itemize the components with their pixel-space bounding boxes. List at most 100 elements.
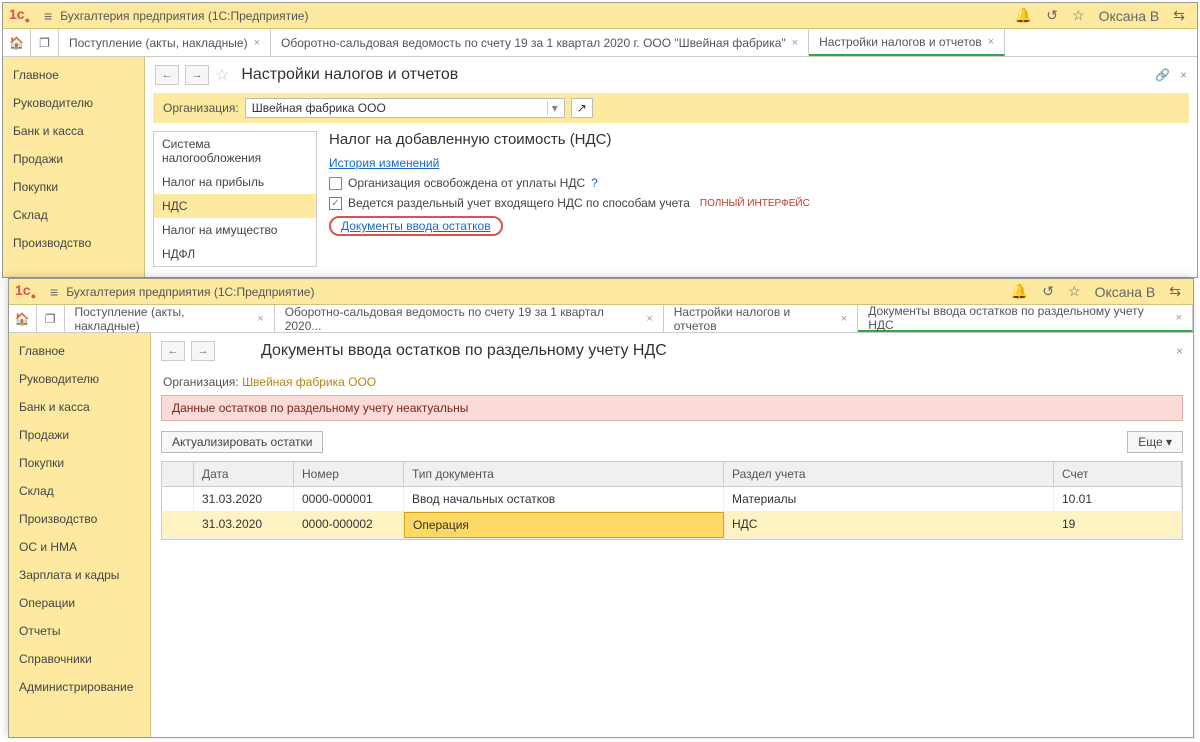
user-name[interactable]: Оксана В <box>1099 8 1160 24</box>
sidebar-item-production[interactable]: Производство <box>3 229 144 257</box>
tab-label: Настройки налогов и отчетов <box>819 35 982 49</box>
titlebar: 1c● ≡ Бухгалтерия предприятия (1С:Предпр… <box>9 279 1193 305</box>
cell-type: Операция <box>404 512 724 538</box>
sidebar-item-admin[interactable]: Администрирование <box>9 673 150 701</box>
sidebar-item-bank[interactable]: Банк и касса <box>3 117 144 145</box>
help-icon[interactable]: ? <box>591 176 598 190</box>
tab-receipts[interactable]: Поступление (акты, накладные) × <box>59 29 271 56</box>
col-section[interactable]: Раздел учета <box>724 462 1054 486</box>
favorite-icon[interactable]: ☆ <box>215 65 229 85</box>
sidebar-item-warehouse[interactable]: Склад <box>9 477 150 505</box>
app-logo: 1c● <box>9 6 30 25</box>
cell-account: 10.01 <box>1054 487 1182 511</box>
back-button[interactable]: ← <box>161 341 185 361</box>
sync-icon[interactable]: ⇆ <box>1173 7 1185 24</box>
tab-vat-balances[interactable]: Документы ввода остатков по раздельному … <box>858 305 1193 332</box>
windows-button[interactable]: ❐ <box>31 29 59 56</box>
back-button[interactable]: ← <box>155 65 179 85</box>
settings-item-tax-system[interactable]: Система налогообложения <box>154 132 316 170</box>
documents-link[interactable]: Документы ввода остатков <box>341 219 491 233</box>
tab-label: Поступление (акты, накладные) <box>69 36 248 50</box>
sidebar-item-payroll[interactable]: Зарплата и кадры <box>9 561 150 589</box>
history-icon[interactable]: ↺ <box>1046 7 1058 24</box>
col-blank[interactable] <box>162 462 194 486</box>
settings-item-property-tax[interactable]: Налог на имущество <box>154 218 316 242</box>
tab-receipts[interactable]: Поступление (акты, накладные)× <box>65 305 275 332</box>
sidebar-item-main[interactable]: Главное <box>9 337 150 365</box>
window-tax-settings: 1c● ≡ Бухгалтерия предприятия (1С:Предпр… <box>2 2 1198 278</box>
sidebar-item-main[interactable]: Главное <box>3 61 144 89</box>
sync-icon[interactable]: ⇆ <box>1169 283 1181 300</box>
close-icon[interactable]: × <box>841 313 847 325</box>
history-link[interactable]: История изменений <box>329 156 439 170</box>
org-selector[interactable]: Швейная фабрика ООО ▾ <box>245 98 565 118</box>
settings-item-profit-tax[interactable]: Налог на прибыль <box>154 170 316 194</box>
col-doctype[interactable]: Тип документа <box>404 462 724 486</box>
home-button[interactable]: 🏠 <box>9 305 37 332</box>
star-icon[interactable]: ☆ <box>1068 283 1081 300</box>
cell-number: 0000-000002 <box>294 512 404 538</box>
home-button[interactable]: 🏠 <box>3 29 31 56</box>
close-page-icon[interactable]: × <box>1176 344 1183 358</box>
menu-icon[interactable]: ≡ <box>44 8 52 24</box>
page-header: ← → Документы ввода остатков по раздельн… <box>151 333 1193 369</box>
forward-button[interactable]: → <box>191 341 215 361</box>
sidebar-item-purchases[interactable]: Покупки <box>9 449 150 477</box>
close-icon[interactable]: × <box>1176 312 1182 324</box>
org-value: Швейная фабрика ООО <box>252 101 386 115</box>
sidebar-item-operations[interactable]: Операции <box>9 589 150 617</box>
bell-icon[interactable]: 🔔 <box>1011 283 1028 300</box>
cell-type: Ввод начальных остатков <box>404 487 724 511</box>
close-icon[interactable]: × <box>257 313 263 325</box>
tab-label: Оборотно-сальдовая ведомость по счету 19… <box>281 36 786 50</box>
more-button[interactable]: Еще ▾ <box>1127 431 1183 453</box>
settings-item-vat[interactable]: НДС <box>154 194 316 218</box>
more-label: Еще <box>1138 435 1162 449</box>
star-icon[interactable]: ☆ <box>1072 7 1085 24</box>
checkbox-exempt[interactable] <box>329 177 342 190</box>
tab-tax-settings[interactable]: Настройки налогов и отчетов× <box>664 305 858 332</box>
org-value[interactable]: Швейная фабрика ООО <box>242 375 376 389</box>
table-row[interactable]: 31.03.2020 0000-000001 Ввод начальных ос… <box>162 487 1182 512</box>
tab-osv[interactable]: Оборотно-сальдовая ведомость по счету 19… <box>271 29 809 56</box>
sidebar-item-manager[interactable]: Руководителю <box>9 365 150 393</box>
sidebar-item-manager[interactable]: Руководителю <box>3 89 144 117</box>
windows-button[interactable]: ❐ <box>37 305 65 332</box>
forward-button[interactable]: → <box>185 65 209 85</box>
close-page-icon[interactable]: × <box>1180 68 1187 82</box>
window-body: Главное Руководителю Банк и касса Продаж… <box>9 333 1193 737</box>
col-account[interactable]: Счет <box>1054 462 1182 486</box>
sidebar-item-sales[interactable]: Продажи <box>3 145 144 173</box>
sidebar-item-reports[interactable]: Отчеты <box>9 617 150 645</box>
col-date[interactable]: Дата <box>194 462 294 486</box>
cell-number: 0000-000001 <box>294 487 404 511</box>
sidebar-item-refs[interactable]: Справочники <box>9 645 150 673</box>
table-row[interactable]: 31.03.2020 0000-000002 Операция НДС 19 <box>162 512 1182 539</box>
bell-icon[interactable]: 🔔 <box>1015 7 1032 24</box>
titlebar-actions: 🔔 ↺ ☆ Оксана В ⇆ <box>1015 7 1191 24</box>
cell-date: 31.03.2020 <box>194 512 294 538</box>
dropdown-icon[interactable]: ▾ <box>547 101 558 115</box>
user-name[interactable]: Оксана В <box>1095 284 1156 300</box>
history-icon[interactable]: ↺ <box>1042 283 1054 300</box>
sidebar-item-production[interactable]: Производство <box>9 505 150 533</box>
sidebar-item-fixed-assets[interactable]: ОС и НМА <box>9 533 150 561</box>
actualize-button[interactable]: Актуализировать остатки <box>161 431 323 453</box>
settings-item-ndfl[interactable]: НДФЛ <box>154 242 316 266</box>
sidebar-item-warehouse[interactable]: Склад <box>3 201 144 229</box>
checkbox-separate[interactable]: ✓ <box>329 197 342 210</box>
sidebar-item-purchases[interactable]: Покупки <box>3 173 144 201</box>
link-icon[interactable]: 🔗 <box>1155 68 1170 82</box>
highlighted-link-wrap: Документы ввода остатков <box>329 216 503 236</box>
close-icon[interactable]: × <box>988 36 994 48</box>
col-number[interactable]: Номер <box>294 462 404 486</box>
close-icon[interactable]: × <box>646 313 652 325</box>
tab-tax-settings[interactable]: Настройки налогов и отчетов × <box>809 29 1005 56</box>
org-open-button[interactable]: ↗ <box>571 98 593 118</box>
sidebar-item-sales[interactable]: Продажи <box>9 421 150 449</box>
close-icon[interactable]: × <box>254 37 260 49</box>
tab-osv[interactable]: Оборотно-сальдовая ведомость по счету 19… <box>275 305 664 332</box>
menu-icon[interactable]: ≡ <box>50 284 58 300</box>
close-icon[interactable]: × <box>792 37 798 49</box>
sidebar-item-bank[interactable]: Банк и касса <box>9 393 150 421</box>
